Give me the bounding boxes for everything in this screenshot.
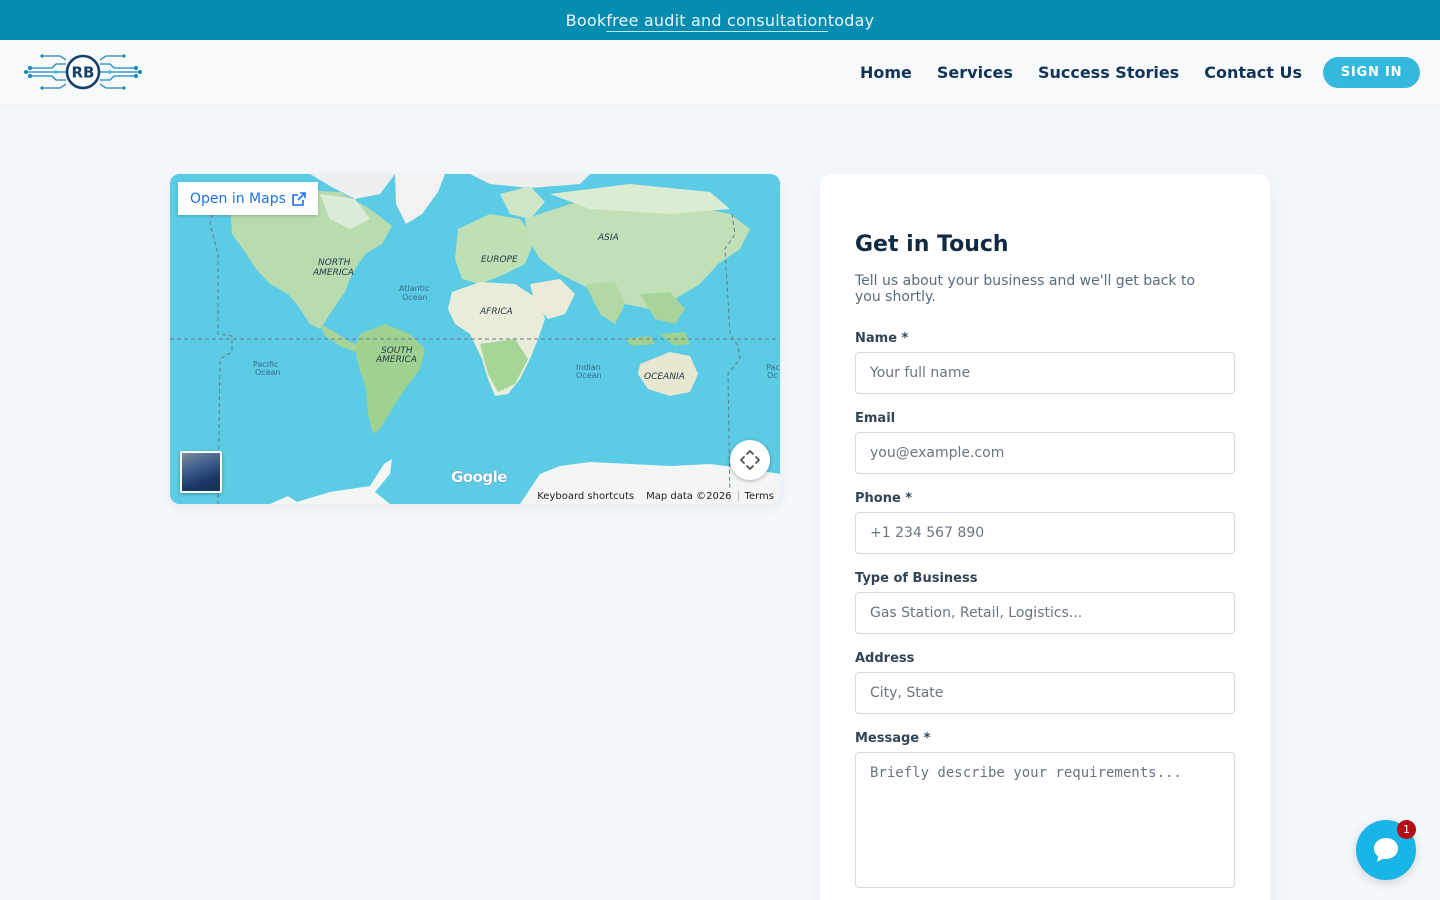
nav-home[interactable]: Home bbox=[860, 63, 912, 82]
form-subtitle: Tell us about your business and we'll ge… bbox=[855, 273, 1196, 305]
label-europe: EUROPE bbox=[481, 255, 518, 265]
label-pacific-2: Ocean bbox=[255, 368, 281, 377]
nav-contact-us[interactable]: Contact Us bbox=[1204, 63, 1302, 82]
email-label: Email bbox=[855, 411, 896, 426]
nav-success-stories[interactable]: Success Stories bbox=[1038, 63, 1179, 82]
email-input[interactable] bbox=[855, 432, 1235, 474]
logo-text: RB bbox=[72, 64, 95, 82]
map-attribution: Keyboard shortcuts Map data ©2026 Terms bbox=[531, 488, 780, 504]
label-africa: AFRICA bbox=[479, 307, 513, 317]
terms-link[interactable]: Terms bbox=[739, 491, 780, 502]
promo-banner: Book free audit and consultation today bbox=[0, 0, 1440, 40]
phone-label: Phone * bbox=[855, 491, 913, 506]
main-nav: RB Home Services Success Stories Contact… bbox=[0, 40, 1440, 104]
map-embed[interactable]: NORTH AMERICA SOUTH AMERICA EUROPE ASIA … bbox=[170, 174, 780, 504]
label-atlantic-2: Ocean bbox=[402, 293, 428, 302]
message-textarea[interactable] bbox=[855, 752, 1235, 888]
name-input[interactable] bbox=[855, 352, 1235, 394]
company-logo[interactable]: RB bbox=[22, 52, 144, 92]
label-atlantic: Atlantic bbox=[399, 284, 429, 293]
phone-input[interactable] bbox=[855, 512, 1235, 554]
map-data-text: Map data ©2026 bbox=[646, 490, 732, 502]
keyboard-shortcuts-link[interactable]: Keyboard shortcuts bbox=[531, 491, 640, 502]
open-in-maps-button[interactable]: Open in Maps bbox=[178, 182, 318, 215]
external-link-icon bbox=[292, 191, 306, 206]
nav-services[interactable]: Services bbox=[937, 63, 1013, 82]
address-label: Address bbox=[855, 651, 915, 666]
name-label: Name * bbox=[855, 331, 909, 346]
world-map[interactable]: NORTH AMERICA SOUTH AMERICA EUROPE ASIA … bbox=[170, 174, 780, 504]
label-indian-2: Ocean bbox=[576, 371, 602, 380]
nav-links: Home Services Success Stories Contact Us… bbox=[860, 56, 1420, 88]
promo-link[interactable]: free audit and consultation bbox=[606, 11, 828, 30]
promo-prefix: Book bbox=[565, 10, 607, 30]
business-type-label: Type of Business bbox=[855, 571, 978, 586]
pan-arrows-icon bbox=[740, 450, 760, 470]
contact-form-card: Get in Touch Tell us about your business… bbox=[820, 174, 1270, 900]
business-type-input[interactable] bbox=[855, 592, 1235, 634]
satellite-layer-toggle[interactable] bbox=[180, 451, 222, 493]
chat-notification-badge: 1 bbox=[1397, 820, 1416, 839]
label-north-america-2: AMERICA bbox=[312, 268, 354, 278]
sign-in-button[interactable]: SIGN IN bbox=[1323, 56, 1420, 88]
label-asia: ASIA bbox=[597, 233, 619, 243]
map-camera-control[interactable] bbox=[730, 440, 770, 480]
form-title: Get in Touch bbox=[855, 232, 1009, 257]
promo-suffix: today bbox=[827, 10, 875, 30]
open-in-maps-label: Open in Maps bbox=[190, 190, 286, 207]
google-logo: Google bbox=[451, 468, 507, 486]
label-south-america-2: AMERICA bbox=[375, 355, 417, 365]
chat-bubble-icon bbox=[1374, 838, 1398, 862]
address-input[interactable] bbox=[855, 672, 1235, 714]
label-oceania: OCEANIA bbox=[644, 372, 685, 382]
message-label: Message * bbox=[855, 731, 931, 746]
label-pacific-right-2: Oc bbox=[767, 371, 778, 380]
label-north-america: NORTH bbox=[318, 258, 351, 268]
